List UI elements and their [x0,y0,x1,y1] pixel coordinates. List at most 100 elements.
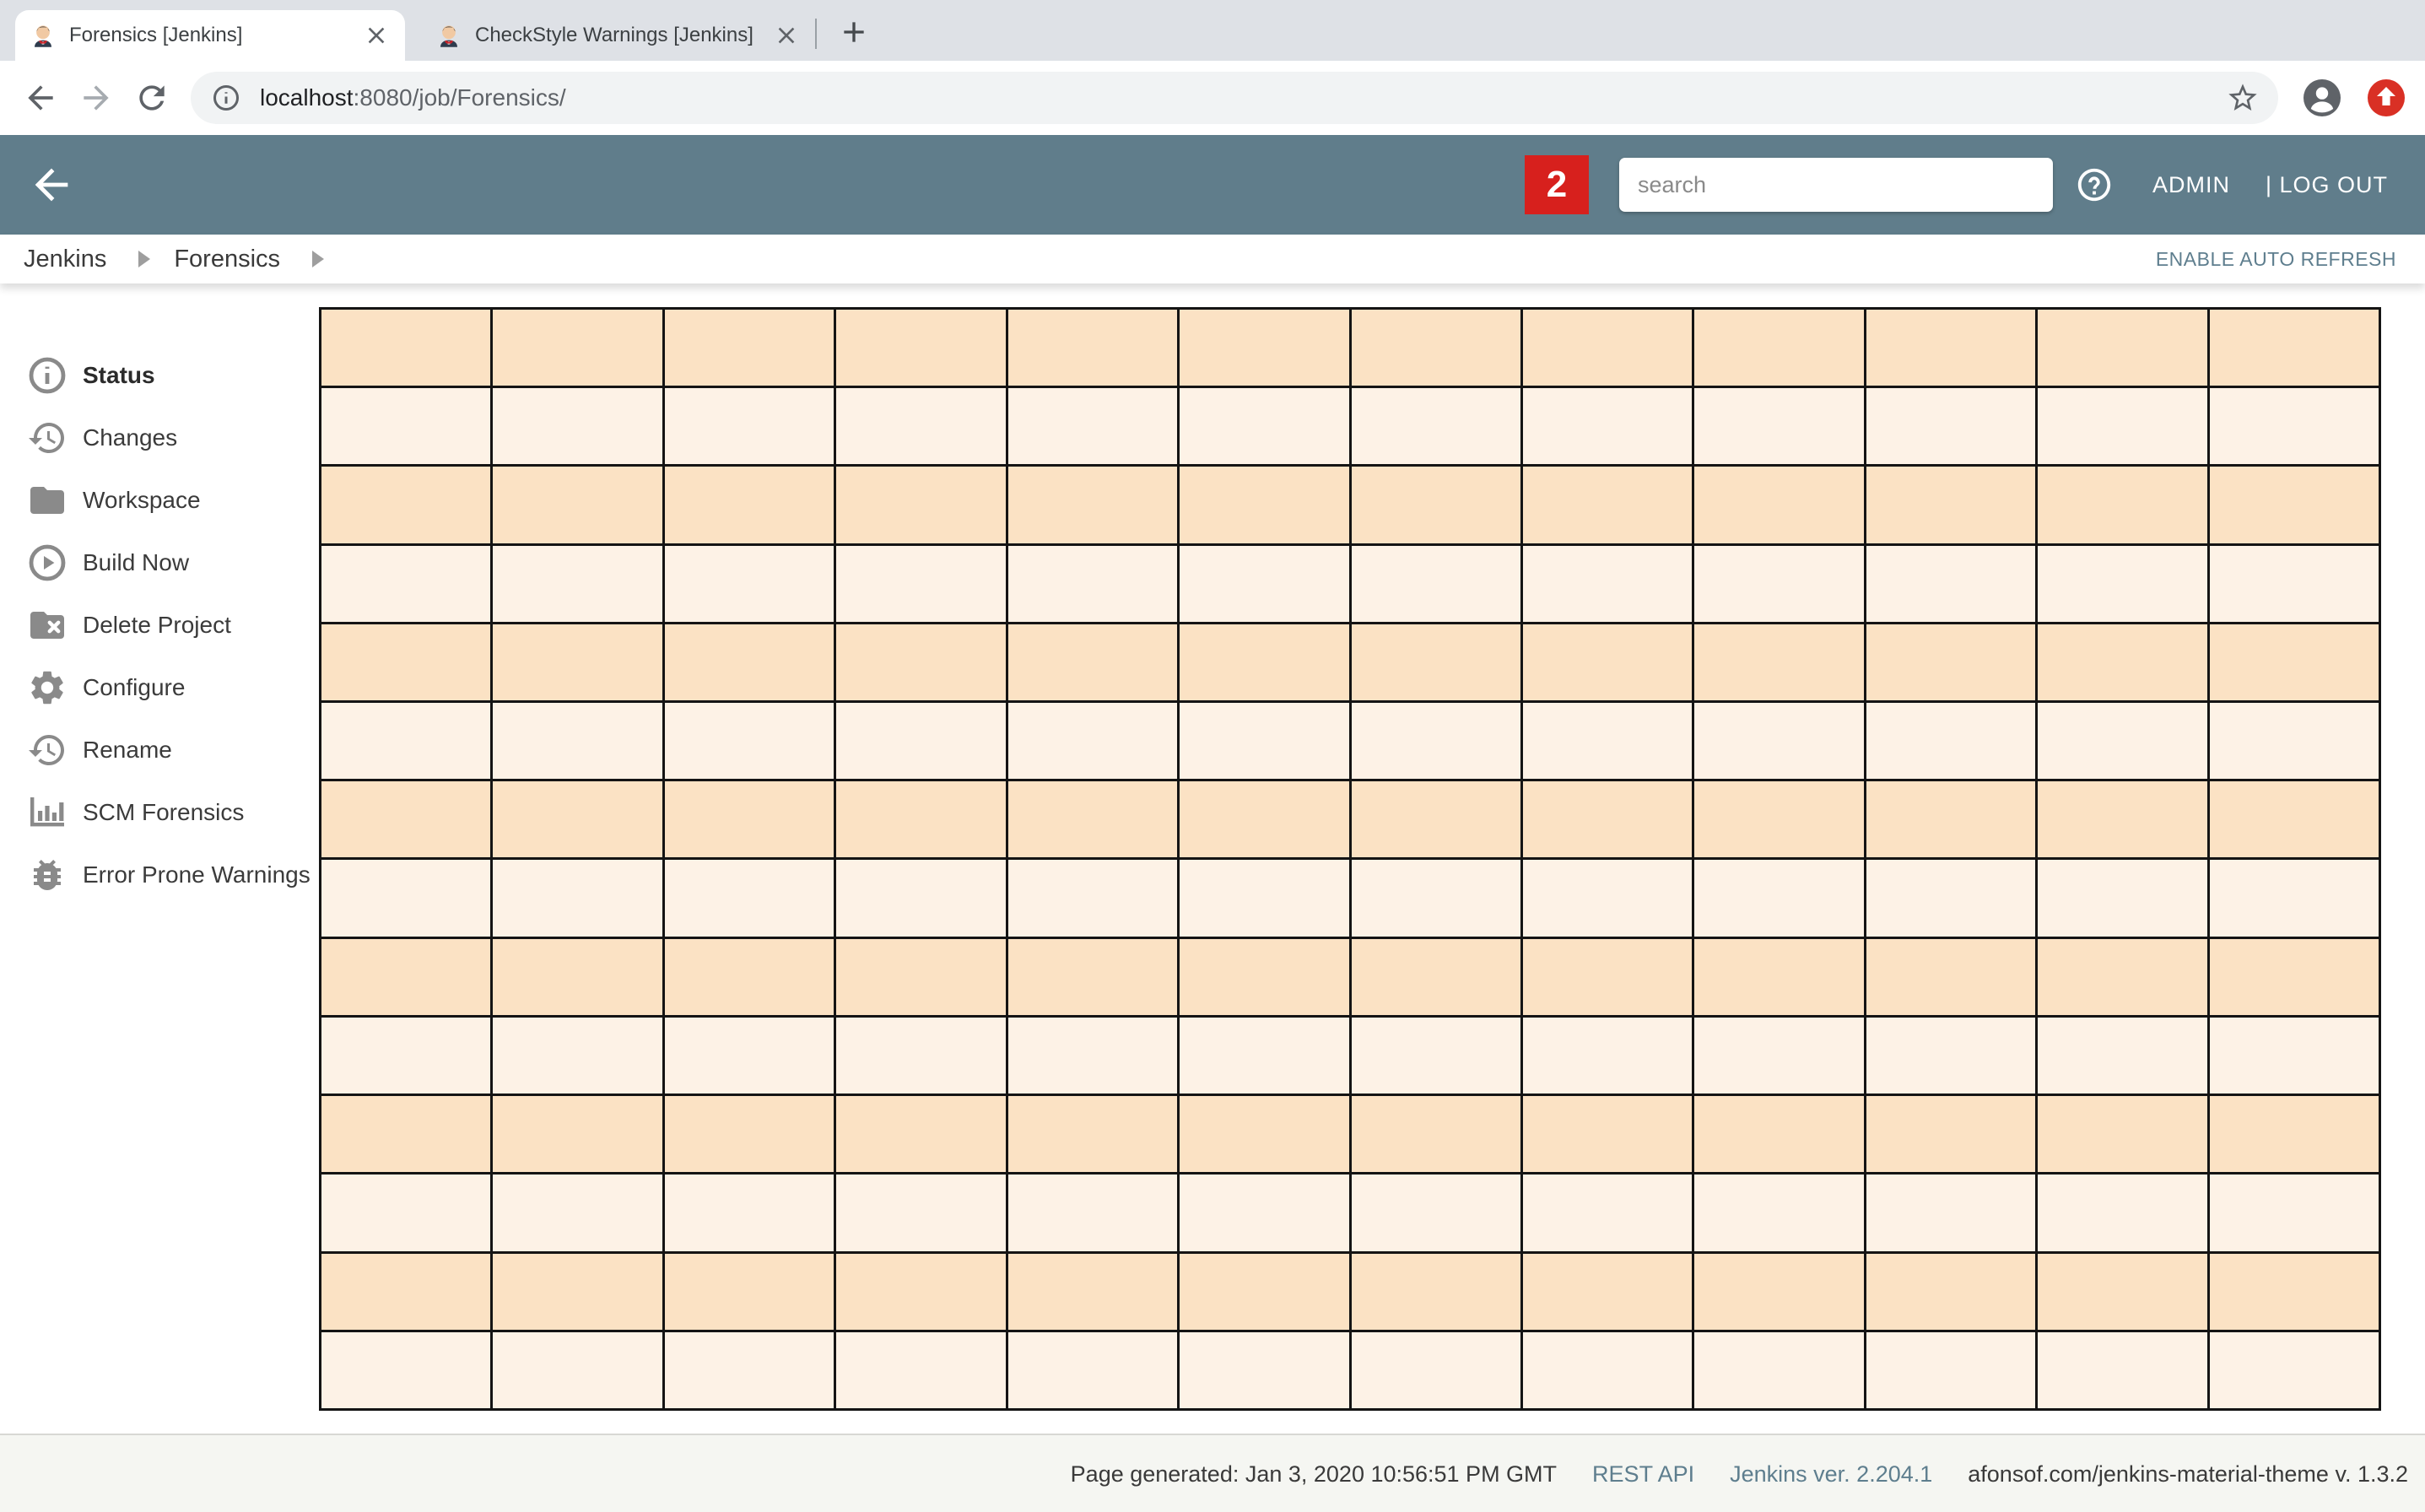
grid-cell [493,467,662,543]
grid-cell [1866,1174,2036,1251]
sidebar-item-error-prone-warnings[interactable]: Error Prone Warnings [0,844,319,906]
jenkins-version-link[interactable]: Jenkins ver. 2.204.1 [1730,1461,1932,1488]
grid-cell [2038,1096,2207,1173]
grid-cell [1866,624,2036,701]
grid-cell [1522,781,1693,858]
grid-cell [2209,467,2379,543]
theme-version-text: afonsof.com/jenkins-material-theme v. 1.… [1968,1461,2408,1487]
logout-link[interactable]: | LOG OUT [2266,172,2388,198]
tab-close-icon[interactable] [363,22,390,49]
gear-icon [27,667,68,708]
grid-cell [1866,781,2036,858]
grid-cell [321,388,491,465]
grid-cell [1694,467,1864,543]
search-input[interactable] [1618,158,2053,212]
browser-update-icon[interactable] [2366,78,2406,118]
grid-cell [664,1331,834,1408]
sidebar-item-changes[interactable]: Changes [0,407,319,469]
sidebar-item-workspace[interactable]: Workspace [0,469,319,532]
grid-cell [1180,545,1349,622]
breadcrumb-chevron-icon[interactable] [138,251,151,267]
grid-cell [1007,1017,1178,1094]
search-help-icon[interactable] [2075,165,2114,204]
grid-cell [1351,938,1520,1015]
header-back-arrow-icon[interactable] [27,160,76,209]
browser-tab[interactable]: Forensics [Jenkins] [15,10,405,61]
grid-cell [664,1253,834,1330]
grid-cell [1694,1331,1864,1408]
rest-api-link[interactable]: REST API [1592,1461,1694,1488]
alert-count-badge[interactable]: 2 [1524,155,1589,214]
tab-title: CheckStyle Warnings [Jenkins] [475,24,753,46]
sidebar-item-scm-forensics[interactable]: SCM Forensics [0,781,319,844]
grid-cell [1522,1253,1693,1330]
grid-cell [1007,781,1178,858]
browser-toolbar: localhost:8080/job/Forensics/ [0,61,2425,135]
grid-cell [836,860,1006,937]
grid-cell [1351,703,1520,780]
browser-back-icon[interactable] [22,79,59,116]
browser-reload-icon[interactable] [133,79,170,116]
grid-cell [1180,860,1349,937]
new-tab-button[interactable] [837,15,871,49]
grid-cell [493,860,662,937]
grid-cell [493,624,662,701]
grid-cell [1522,624,1693,701]
play-circle-icon [27,543,68,583]
grid-cell [493,388,662,465]
grid-cell [1351,1017,1520,1094]
grid-cell [493,781,662,858]
grid-cell [2209,624,2379,701]
grid-cell [2038,1253,2207,1330]
grid-cell [1694,1017,1864,1094]
breadcrumb-chevron-icon[interactable] [312,251,325,267]
grid-cell [1866,310,2036,386]
grid-cell [836,1331,1006,1408]
grid-cell [1351,860,1520,937]
grid-cell [1180,703,1349,780]
grid-cell [493,310,662,386]
tab-close-icon[interactable] [773,22,800,49]
breadcrumb-item-forensics[interactable]: Forensics [174,246,280,273]
grid-cell [1007,545,1178,622]
grid-cell [1694,1174,1864,1251]
grid-cell [1866,545,2036,622]
grid-cell [664,310,834,386]
grid-cell [836,1253,1006,1330]
grid-cell [2209,860,2379,937]
grid-cell [1007,1174,1178,1251]
history-icon [27,730,68,770]
breadcrumb-item-jenkins[interactable]: Jenkins [24,246,106,273]
browser-profile-avatar[interactable] [2302,78,2342,118]
sidebar-item-configure[interactable]: Configure [0,656,319,719]
sidebar: Status Changes Workspace Build Now Delete Pr… [0,344,319,906]
sidebar-item-delete-project[interactable]: Delete Project [0,594,319,656]
admin-menu[interactable]: ADMIN [2152,172,2230,198]
grid-cell [1694,703,1864,780]
grid-cell [1522,1331,1693,1408]
page-info-icon[interactable] [211,83,241,113]
grid-cell [1694,938,1864,1015]
grid-cell [2209,938,2379,1015]
enable-auto-refresh-link[interactable]: ENABLE AUTO REFRESH [2156,248,2396,271]
forensics-table [319,307,2381,1411]
sidebar-item-build-now[interactable]: Build Now [0,532,319,594]
sidebar-item-rename[interactable]: Rename [0,719,319,781]
grid-cell [664,938,834,1015]
grid-cell [2038,860,2207,937]
browser-forward-icon[interactable] [78,79,115,116]
grid-cell [2209,1331,2379,1408]
info-circle-icon [27,355,68,396]
grid-cell [1866,703,2036,780]
sidebar-item-status[interactable]: Status [0,344,319,407]
bookmark-star-icon[interactable] [2226,81,2260,115]
folder-delete-icon [27,605,68,645]
browser-tab[interactable]: CheckStyle Warnings [Jenkins] [421,10,815,61]
grid-cell [321,545,491,622]
grid-cell [1007,1331,1178,1408]
url-bar[interactable]: localhost:8080/job/Forensics/ [191,72,2278,124]
url-text: localhost:8080/job/Forensics/ [260,84,2226,111]
grid-cell [2209,388,2379,465]
jenkins-favicon [30,23,56,48]
grid-cell [664,703,834,780]
